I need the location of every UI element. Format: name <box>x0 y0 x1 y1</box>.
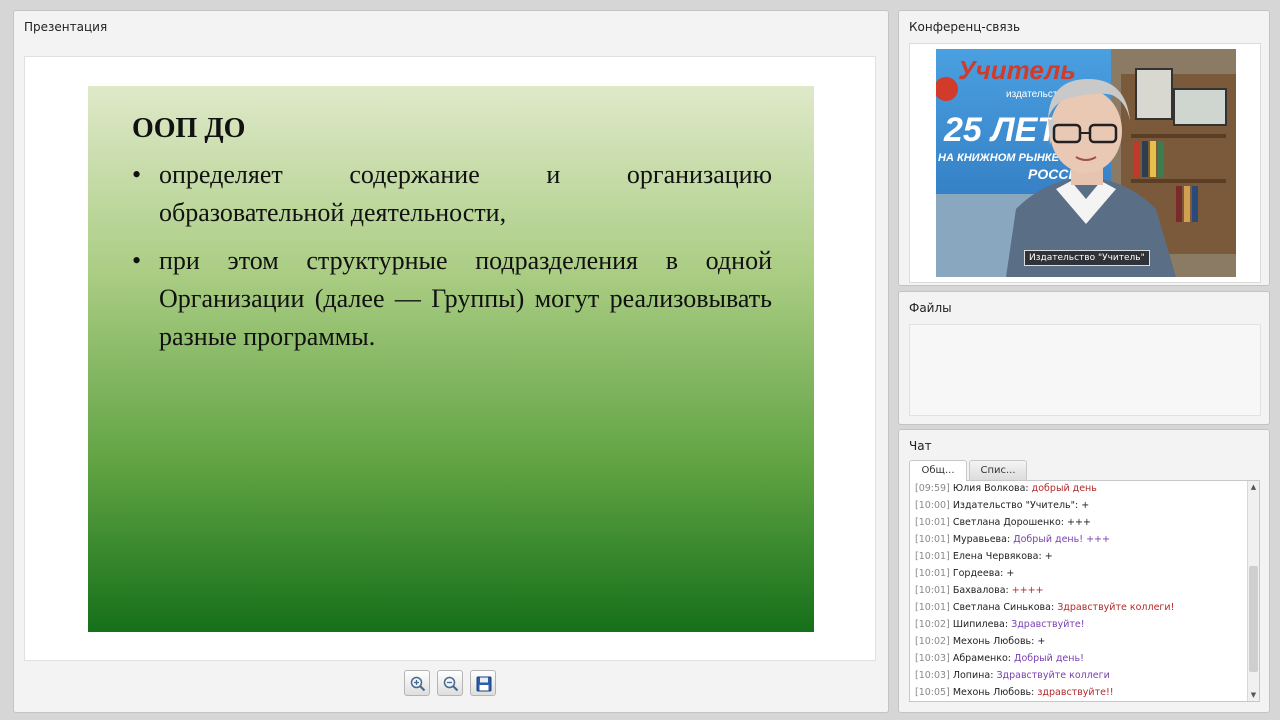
slide-viewer[interactable]: ООП ДО • определяет содержание и организ… <box>24 56 876 661</box>
chat-message-time: [10:01] <box>915 551 950 562</box>
chat-message-author: Абраменко: <box>952 653 1012 664</box>
scroll-thumb[interactable] <box>1249 566 1258 672</box>
chat-message-text: здравствуйте!! <box>1037 687 1114 698</box>
chat-message-text: + <box>1006 568 1015 579</box>
chat-scrollbar[interactable]: ▲ ▼ <box>1247 481 1259 701</box>
chat-message-time: [10:03] <box>915 653 950 664</box>
chat-message-time: [10:01] <box>915 517 950 528</box>
chat-message: [10:03] Лопина: Здравствуйте коллеги <box>915 670 1110 682</box>
slide-bullet: • определяет содержание и организацию об… <box>132 156 772 232</box>
files-title: Файлы <box>909 301 952 315</box>
conference-panel: Конференц-связь Учитель издательство 25 … <box>898 10 1270 286</box>
slide: ООП ДО • определяет содержание и организ… <box>88 86 814 632</box>
video-frame: Учитель издательство 25 ЛЕТ НА КНИЖНОМ Р… <box>909 43 1261 283</box>
video-feed[interactable]: Учитель издательство 25 ЛЕТ НА КНИЖНОМ Р… <box>936 49 1236 277</box>
bullet-marker: • <box>132 160 142 189</box>
presentation-title: Презентация <box>24 20 108 34</box>
chat-message-time: [10:00] <box>915 500 950 511</box>
banner-logo-text: Учитель <box>958 55 1076 85</box>
chat-message-time: [10:01] <box>915 568 950 579</box>
chat-message: [10:03] Абраменко: Добрый день! <box>915 653 1084 665</box>
tab-general-chat[interactable]: Общ... <box>909 460 967 481</box>
chat-message-author: Светлана Синькова: <box>952 602 1055 613</box>
chat-message-time: [10:02] <box>915 636 950 647</box>
chat-message-text: Здравствуйте коллеги! <box>1057 602 1175 613</box>
banner-market-text: НА КНИЖНОМ РЫНКЕ <box>938 152 1060 164</box>
chat-message-text: +++ <box>1067 517 1091 528</box>
zoom-in-icon <box>410 676 426 692</box>
chat-message-author: Шипилева: <box>952 619 1009 630</box>
slide-bullet: • при этом структурные подразделения в о… <box>132 242 772 356</box>
chat-message-time: [10:01] <box>915 602 950 613</box>
chat-message: [10:02] Шипилева: Здравствуйте! <box>915 619 1085 631</box>
chat-message-author: Издательство "Учитель": <box>952 500 1079 511</box>
chat-message: [10:01] Гордеева: + <box>915 568 1014 580</box>
chat-message-text: Здравствуйте! <box>1011 619 1085 630</box>
zoom-out-icon <box>443 676 459 692</box>
chat-message-text: ++++ <box>1011 585 1044 596</box>
slide-bullet-list: • определяет содержание и организацию об… <box>132 156 772 366</box>
chat-message-author: Светлана Дорошенко: <box>952 517 1064 528</box>
save-icon <box>476 676 492 692</box>
chat-message: [10:01] Светлана Дорошенко: +++ <box>915 517 1091 529</box>
bullet-marker: • <box>132 246 142 275</box>
chat-message-log[interactable]: [09:59] Юлия Волкова: добрый день [10:00]… <box>909 480 1260 702</box>
chat-message-author: Бахвалова: <box>952 585 1009 596</box>
zoom-out-button[interactable] <box>437 670 463 696</box>
chat-message-text: + <box>1081 500 1090 511</box>
chat-message-time: [10:03] <box>915 670 950 681</box>
tab-participants-list[interactable]: Спис... <box>969 460 1027 480</box>
chat-message-text: добрый день <box>1031 483 1097 494</box>
chat-message-author: Гордеева: <box>952 568 1004 579</box>
chat-message: [10:01] Бахвалова: ++++ <box>915 585 1044 597</box>
chat-message-text: Добрый день! +++ <box>1013 534 1110 545</box>
chat-message-author: Муравьева: <box>952 534 1011 545</box>
chat-message-time: [10:01] <box>915 534 950 545</box>
scroll-up-icon[interactable]: ▲ <box>1249 482 1258 492</box>
chat-message: [10:05] Мехонь Любовь: здравствуйте!! <box>915 687 1114 699</box>
save-button[interactable] <box>470 670 496 696</box>
chat-message-author: Мехонь Любовь: <box>952 636 1035 647</box>
chat-message-author: Мехонь Любовь: <box>952 687 1035 698</box>
chat-message: [10:01] Елена Червякова: + <box>915 551 1053 563</box>
conference-title: Конференц-связь <box>909 20 1021 34</box>
files-panel: Файлы <box>898 291 1270 425</box>
chat-message-time: [10:05] <box>915 687 950 698</box>
chat-message: [10:00] Издательство "Учитель": + <box>915 500 1089 512</box>
chat-message-author: Лопина: <box>952 670 994 681</box>
chat-message-time: [09:59] <box>915 483 950 494</box>
chat-message-text: + <box>1037 636 1046 647</box>
chat-message-text: Здравствуйте коллеги <box>996 670 1110 681</box>
banner-years-text: 25 ЛЕТ <box>943 111 1061 149</box>
presentation-panel: Презентация ООП ДО • определяет содержан… <box>13 10 889 713</box>
chat-message-time: [10:01] <box>915 585 950 596</box>
zoom-in-button[interactable] <box>404 670 430 696</box>
slide-bullet-text: при этом структурные подразделения в одн… <box>159 246 772 351</box>
chat-message: [10:02] Мехонь Любовь: + <box>915 636 1045 648</box>
webcam-image: Учитель издательство 25 ЛЕТ НА КНИЖНОМ Р… <box>936 49 1236 277</box>
files-list[interactable] <box>909 324 1261 416</box>
chat-message-author: Елена Червякова: <box>952 551 1042 562</box>
chat-panel: Чат Общ... Спис... [09:59] Юлия Волкова:… <box>898 429 1270 713</box>
chat-message-text: Добрый день! <box>1014 653 1084 664</box>
chat-message-text: + <box>1044 551 1053 562</box>
scroll-down-icon[interactable]: ▼ <box>1249 690 1258 700</box>
chat-message-time: [10:02] <box>915 619 950 630</box>
slide-bullet-text: определяет содержание и организацию обра… <box>159 160 772 227</box>
chat-message: [10:01] Светлана Синькова: Здравствуйте … <box>915 602 1174 614</box>
chat-title: Чат <box>909 439 932 453</box>
chat-message: [09:59] Юлия Волкова: добрый день <box>915 483 1097 495</box>
video-participant-label: Издательство "Учитель" <box>1024 250 1150 266</box>
slide-heading: ООП ДО <box>132 113 246 144</box>
chat-message: [10:01] Муравьева: Добрый день! +++ <box>915 534 1110 546</box>
chat-message-author: Юлия Волкова: <box>952 483 1029 494</box>
